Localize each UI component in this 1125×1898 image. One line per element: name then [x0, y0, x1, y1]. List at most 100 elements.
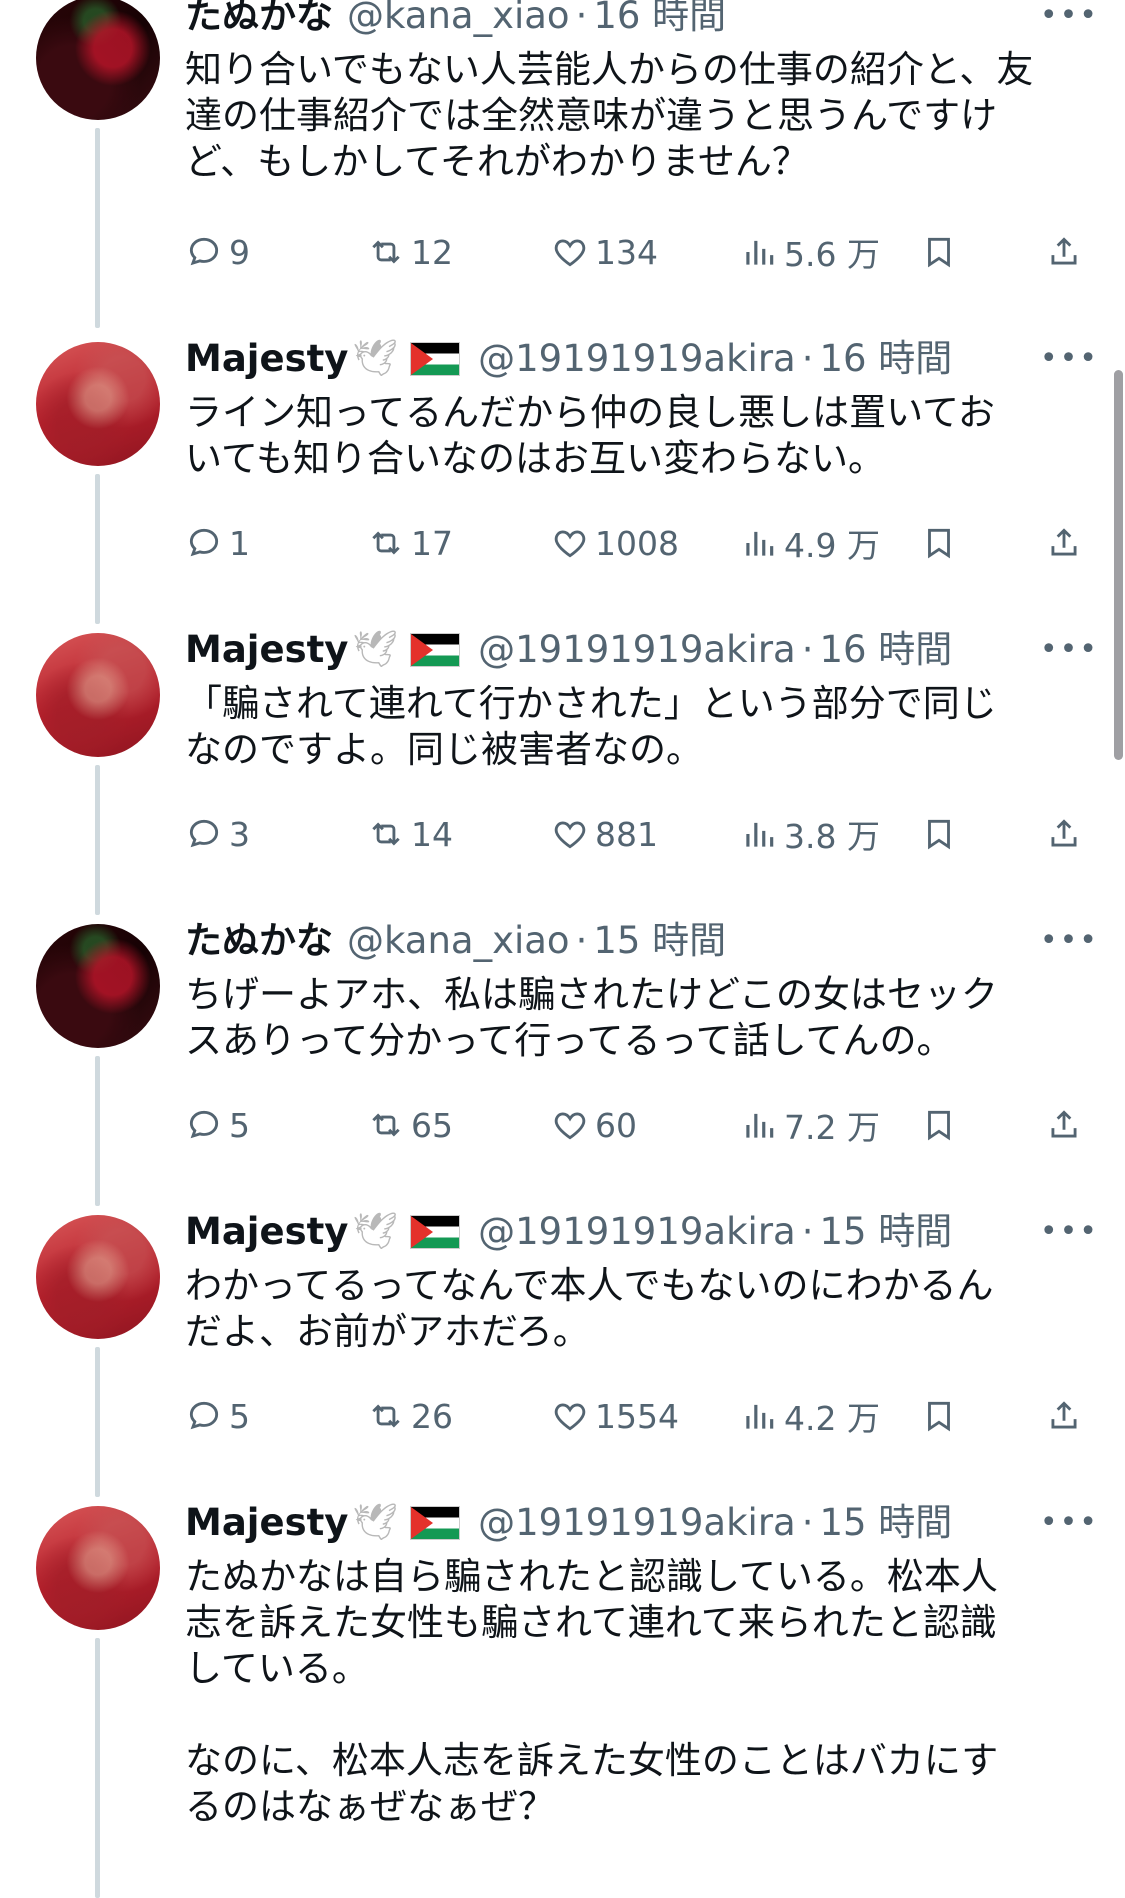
retweet-count: 26 — [411, 1396, 453, 1436]
timestamp[interactable]: 15 時間 — [819, 1208, 952, 1256]
timestamp[interactable]: 15 時間 — [593, 917, 726, 965]
reply-button[interactable]: 9 — [185, 228, 250, 276]
like-button[interactable]: 881 — [551, 810, 658, 858]
avatar[interactable] — [36, 633, 160, 757]
author-handle[interactable]: @19191919akira — [478, 1208, 796, 1256]
author-name[interactable]: Majesty — [185, 335, 348, 383]
dove-icon: 🕊 — [352, 1211, 399, 1252]
retweet-icon — [372, 240, 400, 264]
share-button[interactable] — [1045, 519, 1089, 567]
timestamp[interactable]: 16 時間 — [819, 335, 952, 383]
tweet-text: ライン知ってるんだから仲の良し悪しは置いてお いても知り合いなのはお互い変わらな… — [185, 391, 995, 480]
bookmark-button[interactable] — [920, 228, 964, 276]
bookmark-button[interactable] — [920, 1392, 964, 1440]
bookmark-button[interactable] — [920, 519, 964, 567]
timestamp[interactable]: 16 時間 — [593, 0, 726, 40]
dove-icon: 🕊 — [352, 629, 399, 670]
more-options-icon[interactable]: ••• — [1040, 0, 1099, 33]
author-handle[interactable]: @19191919akira — [478, 335, 796, 383]
reply-button[interactable]: 3 — [185, 810, 250, 858]
retweet-button[interactable]: 17 — [367, 519, 453, 567]
views-button[interactable]: 7.2 万 — [740, 1101, 880, 1149]
share-button[interactable] — [1045, 228, 1089, 276]
retweet-count: 12 — [411, 232, 453, 272]
views-button[interactable]: 5.6 万 — [740, 228, 880, 276]
tweet-actions: 1 17 1008 4.9 万 — [185, 519, 1085, 567]
tweet-actions: 9 12 134 5.6 万 — [185, 228, 1085, 276]
timestamp[interactable]: 16 時間 — [819, 626, 952, 674]
share-button[interactable] — [1045, 1392, 1089, 1440]
author-handle[interactable]: @kana_xiao — [347, 917, 570, 965]
retweet-button[interactable]: 65 — [367, 1101, 453, 1149]
separator: · — [801, 1210, 814, 1253]
reply-icon — [189, 1110, 219, 1139]
author-handle[interactable]: @19191919akira — [478, 1499, 796, 1547]
avatar[interactable] — [36, 1506, 160, 1630]
tweet-header: たぬかな @kana_xiao · 16 時間 — [185, 0, 1085, 40]
heart-icon — [554, 821, 586, 849]
tweet-text: たぬかなは自ら騙されたと認識している。松本人 志を訴えた女性も騙されて連れて来ら… — [185, 1555, 999, 1828]
like-button[interactable]: 134 — [551, 228, 658, 276]
reply-count: 3 — [229, 814, 250, 854]
author-name[interactable]: Majesty — [185, 1208, 348, 1256]
separator: · — [801, 628, 814, 671]
reply-count: 5 — [229, 1105, 250, 1145]
reply-button[interactable]: 1 — [185, 519, 250, 567]
separator: · — [575, 919, 588, 962]
retweet-count: 17 — [411, 523, 453, 563]
tweet-text: 「騙されて連れて行かされた」という部分で同じ なのですよ。同じ被害者なの。 — [185, 682, 997, 771]
bookmark-button[interactable] — [920, 810, 964, 858]
share-button[interactable] — [1045, 810, 1089, 858]
author-handle[interactable]: @kana_xiao — [347, 0, 570, 40]
separator: · — [801, 1501, 814, 1544]
like-count: 134 — [595, 232, 658, 272]
avatar[interactable] — [36, 0, 160, 120]
thread-line — [95, 1347, 100, 1497]
tweet-header: Majesty 🕊 @19191919akira · 16 時間 — [185, 626, 1085, 674]
more-options-icon[interactable]: ••• — [1040, 1505, 1099, 1540]
like-button[interactable]: 1554 — [551, 1392, 679, 1440]
views-button[interactable]: 4.9 万 — [740, 519, 880, 567]
bookmark-icon — [928, 819, 950, 850]
more-options-icon[interactable]: ••• — [1040, 341, 1099, 376]
timestamp[interactable]: 15 時間 — [819, 1499, 952, 1547]
reply-button[interactable]: 5 — [185, 1392, 250, 1440]
avatar[interactable] — [36, 924, 160, 1048]
avatar[interactable] — [36, 1215, 160, 1339]
views-icon — [746, 240, 774, 265]
views-button[interactable]: 3.8 万 — [740, 810, 880, 858]
more-options-icon[interactable]: ••• — [1040, 1214, 1099, 1249]
avatar[interactable] — [36, 342, 160, 466]
thread-line — [95, 1056, 100, 1206]
tweet-header: Majesty 🕊 @19191919akira · 15 時間 — [185, 1499, 1085, 1547]
tweet-header: Majesty 🕊 @19191919akira · 16 時間 — [185, 335, 1085, 383]
author-name[interactable]: Majesty — [185, 626, 348, 674]
retweet-icon — [372, 1404, 400, 1428]
bookmark-button[interactable] — [920, 1101, 964, 1149]
author-name[interactable]: たぬかな — [185, 0, 333, 40]
scrollbar[interactable] — [1114, 370, 1123, 760]
author-name[interactable]: たぬかな — [185, 917, 333, 965]
author-name[interactable]: Majesty — [185, 1499, 348, 1547]
more-options-icon[interactable]: ••• — [1040, 923, 1099, 958]
thread-line — [95, 765, 100, 915]
reply-button[interactable]: 5 — [185, 1101, 250, 1149]
dove-icon: 🕊 — [352, 1502, 399, 1543]
tweet-actions: 5 26 1554 4.2 万 — [185, 1392, 1085, 1440]
reply-count: 9 — [229, 232, 250, 272]
share-button[interactable] — [1045, 1101, 1089, 1149]
bookmark-icon — [928, 237, 950, 268]
views-button[interactable]: 4.2 万 — [740, 1392, 880, 1440]
reply-count: 5 — [229, 1396, 250, 1436]
tweet-text: ちげーよアホ、私は騙されたけどこの女はセック スありって分かって行ってるって話し… — [185, 973, 998, 1062]
share-icon — [1051, 1110, 1077, 1138]
palestine-flag-icon — [410, 633, 461, 667]
like-button[interactable]: 1008 — [551, 519, 679, 567]
retweet-button[interactable]: 12 — [367, 228, 453, 276]
retweet-button[interactable]: 14 — [367, 810, 453, 858]
like-button[interactable]: 60 — [551, 1101, 637, 1149]
retweet-button[interactable]: 26 — [367, 1392, 453, 1440]
more-options-icon[interactable]: ••• — [1040, 632, 1099, 667]
tweet-header: たぬかな @kana_xiao · 15 時間 — [185, 917, 1085, 965]
author-handle[interactable]: @19191919akira — [478, 626, 796, 674]
